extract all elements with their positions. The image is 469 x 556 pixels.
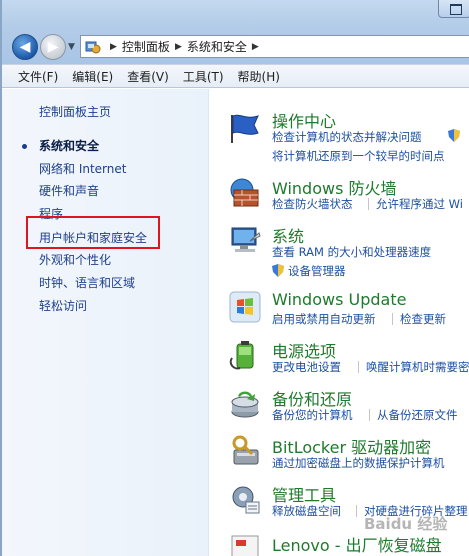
menu-help[interactable]: 帮助(H): [238, 68, 280, 85]
link-check-firewall-status[interactable]: 检查防火墙状态: [272, 196, 353, 212]
recent-pages-dropdown-icon[interactable]: ▼: [68, 42, 78, 52]
highlight-annotation-box: [26, 216, 160, 249]
breadcrumb-separator-icon[interactable]: ▶: [110, 42, 117, 52]
address-bar[interactable]: ▶ 控制面板 ▶ 系统和安全 ▶: [80, 35, 469, 58]
nav-system-security[interactable]: 系统和安全: [39, 137, 99, 154]
link-require-password-on-wake[interactable]: 唤醒计算机时需要密码: [366, 359, 469, 375]
power-options-battery-icon[interactable]: [228, 338, 262, 372]
uac-shield-icon: [448, 129, 460, 142]
forward-arrow-icon: ▶: [47, 39, 59, 55]
link-change-battery-settings[interactable]: 更改电池设置: [272, 359, 341, 375]
nav-clock-language-region[interactable]: 时钟、语言和区域: [39, 274, 135, 291]
nav-network-internet[interactable]: 网络和 Internet: [39, 160, 126, 177]
menu-view[interactable]: 查看(V): [127, 68, 169, 85]
link-divider: [368, 198, 369, 210]
link-check-for-updates[interactable]: 检查更新: [400, 311, 446, 327]
link-restore-files-from-backup[interactable]: 从备份还原文件: [377, 407, 458, 423]
link-check-status[interactable]: 检查计算机的状态并解决问题: [272, 129, 422, 145]
link-toggle-auto-update[interactable]: 启用或禁用自动更新: [272, 311, 376, 327]
link-restore-earlier-point[interactable]: 将计算机还原到一个较早的时间点: [272, 148, 445, 164]
restore-button[interactable]: [438, 0, 469, 18]
link-view-ram-processor[interactable]: 查看 RAM 的大小和处理器速度: [272, 244, 431, 260]
bitlocker-key-icon[interactable]: [228, 434, 262, 468]
breadcrumb-separator-icon[interactable]: ▶: [252, 42, 259, 52]
forward-button[interactable]: ▶: [40, 34, 66, 60]
category-lenovo-recovery-disk[interactable]: Lenovo - 出厂恢复磁盘: [272, 532, 442, 556]
link-divider: [358, 361, 359, 373]
nav-control-panel-home[interactable]: 控制面板主页: [39, 103, 111, 120]
breadcrumb-separator-icon[interactable]: ▶: [175, 42, 182, 52]
watermark-text: Baidu 经验: [364, 515, 448, 533]
firewall-brick-icon[interactable]: [228, 176, 262, 210]
windows-update-icon[interactable]: [228, 290, 262, 324]
link-free-disk-space[interactable]: 释放磁盘空间: [272, 503, 341, 519]
link-back-up-computer[interactable]: 备份您的计算机: [272, 407, 353, 423]
control-panel-window: ◀ ▶ ▼ ▶ 控制面板 ▶ 系统和安全 ▶ 文件(F) 编辑(E) 查看(V)…: [0, 0, 469, 556]
menu-edit[interactable]: 编辑(E): [72, 68, 113, 85]
category-content-pane: 操作中心 检查计算机的状态并解决问题 将计算机还原到一个较早的时间点 Windo…: [210, 89, 469, 556]
link-device-manager[interactable]: 设备管理器: [288, 263, 346, 279]
breadcrumb-system-security[interactable]: 系统和安全: [187, 38, 247, 55]
backup-restore-icon[interactable]: [228, 386, 262, 420]
category-windows-update[interactable]: Windows Update: [272, 290, 406, 309]
system-computer-icon[interactable]: [228, 223, 262, 257]
link-divider: [392, 313, 393, 325]
link-protect-by-encrypting[interactable]: 通过加密磁盘上的数据保护计算机: [272, 455, 445, 471]
back-arrow-icon: ◀: [19, 39, 31, 55]
menu-file[interactable]: 文件(F): [18, 68, 58, 85]
lenovo-recovery-disk-icon[interactable]: [228, 530, 262, 556]
link-divider: [356, 505, 357, 517]
title-bar: ◀ ▶ ▼ ▶ 控制面板 ▶ 系统和安全 ▶: [2, 0, 469, 64]
action-center-flag-icon[interactable]: [228, 111, 262, 145]
nav-appearance-personalization[interactable]: 外观和个性化: [39, 251, 111, 268]
breadcrumb-control-panel[interactable]: 控制面板: [122, 38, 170, 55]
link-allow-program-through-firewall[interactable]: 允许程序通过 Wi: [376, 196, 463, 212]
menu-bar: 文件(F) 编辑(E) 查看(V) 工具(T) 帮助(H): [2, 64, 469, 88]
administrative-tools-icon[interactable]: [228, 482, 262, 516]
current-item-bullet-icon: [22, 144, 27, 149]
nav-ease-of-access[interactable]: 轻松访问: [39, 297, 87, 314]
menu-tools[interactable]: 工具(T): [183, 68, 224, 85]
uac-shield-icon: [272, 264, 284, 277]
control-panel-icon: [85, 39, 101, 55]
back-button[interactable]: ◀: [12, 34, 38, 60]
nav-hardware-sound[interactable]: 硬件和声音: [39, 182, 99, 199]
link-divider: [369, 409, 370, 421]
